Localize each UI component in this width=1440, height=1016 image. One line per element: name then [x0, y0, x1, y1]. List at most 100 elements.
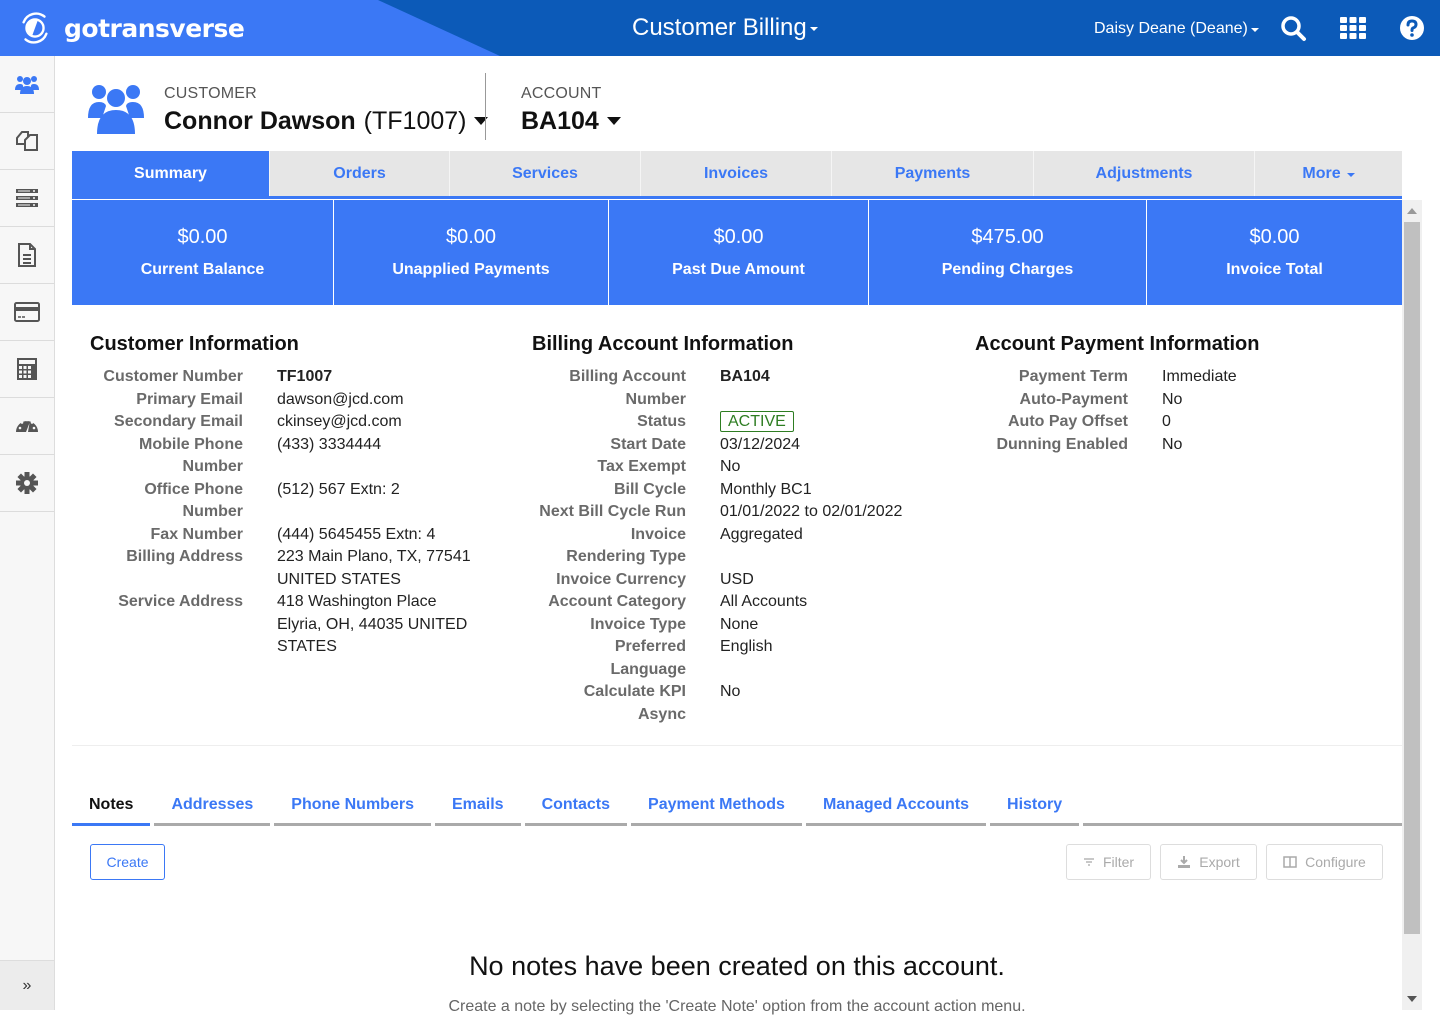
nav-item-invoices[interactable]: [0, 227, 54, 284]
tab-more[interactable]: More: [1255, 151, 1402, 196]
tab-summary[interactable]: Summary: [72, 151, 270, 196]
tab-orders[interactable]: Orders: [270, 151, 450, 196]
info-label: Office Phone Number: [144, 480, 243, 521]
info-label: Billing Account Number: [569, 368, 686, 408]
vertical-scrollbar[interactable]: [1402, 200, 1422, 1010]
nav-item-payments[interactable]: [0, 284, 54, 341]
user-name: Daisy Deane (Deane): [1094, 20, 1248, 37]
configure-button[interactable]: Configure: [1266, 844, 1383, 880]
subtab-emails[interactable]: Emails: [434, 786, 521, 826]
info-label: Auto-Payment: [1019, 390, 1128, 408]
tile-label: Current Balance: [140, 261, 265, 278]
info-label: Status: [637, 413, 686, 430]
tile-amount: $0.00: [177, 226, 228, 248]
tile-amount: $475.00: [971, 226, 1044, 248]
nav-item-services[interactable]: [0, 170, 54, 227]
empty-state-title: No notes have been created on this accou…: [469, 951, 1005, 981]
info-row: Next Bill Cycle Run 01/01/2022 to 02/01/2…: [532, 501, 902, 524]
tab-services[interactable]: Services: [450, 151, 641, 196]
app-switcher[interactable]: Customer Billing: [632, 14, 818, 42]
search-icon[interactable]: [1279, 14, 1307, 42]
info-row: Auto Pay Offset 0: [975, 411, 1259, 434]
info-value: USD: [720, 570, 754, 588]
tile-amount: $0.00: [713, 226, 764, 248]
tile-current-balance: $0.00 Current Balance: [72, 200, 334, 305]
help-icon[interactable]: [1398, 14, 1426, 42]
info-label: Account Category: [548, 593, 686, 610]
customer-selector: CUSTOMER Connor Dawson (TF1007): [164, 85, 489, 136]
customer-users-icon: [88, 85, 144, 134]
info-row: Service Address 418 Washington Place Elyr…: [90, 591, 483, 659]
info-value: (444) 5645455 Extn: 4: [277, 525, 436, 543]
expand-nav-button[interactable]: »: [0, 960, 54, 1010]
account-dropdown[interactable]: BA104: [521, 107, 621, 136]
create-button[interactable]: Create: [90, 844, 165, 880]
tile-label: Invoice Total: [1226, 261, 1323, 278]
header-divider: [485, 73, 486, 140]
scrollbar-thumb[interactable]: [1404, 222, 1420, 934]
nav-item-billing[interactable]: [0, 341, 54, 398]
caret-down-icon: [606, 116, 621, 125]
tile-pending-charges: $475.00 Pending Charges: [869, 200, 1147, 305]
account-payment-information-section: Account Payment Information Payment Term…: [975, 333, 1259, 456]
info-label: Calculate KPI Async: [583, 683, 686, 723]
info-label: Invoice Rendering Type: [566, 525, 686, 566]
subtab-managed-accounts[interactable]: Managed Accounts: [805, 786, 987, 826]
info-value: BA104: [720, 368, 770, 385]
account-tabs: Summary Orders Services Invoices Payment…: [72, 151, 1402, 199]
info-label: Preferred Language: [610, 638, 686, 678]
tile-label: Pending Charges: [941, 261, 1074, 278]
info-row: Primary Email dawson@jcd.com: [90, 389, 483, 412]
tile-amount: $0.00: [1249, 226, 1300, 248]
export-button[interactable]: Export: [1160, 844, 1257, 880]
summary-tiles: $0.00 Current Balance $0.00 Unapplied Pa…: [72, 200, 1402, 305]
nav-item-dashboard[interactable]: [0, 398, 54, 455]
info-row: Office Phone Number (512) 567 Extn: 2: [90, 479, 483, 524]
apps-grid-icon[interactable]: [1339, 14, 1367, 42]
copy-documents-icon: [16, 131, 38, 151]
subtab-history[interactable]: History: [990, 786, 1080, 826]
info-row: Status ACTIVE: [532, 411, 902, 434]
user-menu[interactable]: Daisy Deane (Deane): [1094, 20, 1259, 38]
info-label: Payment Term: [1018, 368, 1128, 385]
nav-item-settings[interactable]: [0, 455, 54, 512]
subtab-payment-methods[interactable]: Payment Methods: [631, 786, 802, 826]
info-row: Customer Number TF1007: [90, 366, 483, 389]
info-row: Invoice Rendering Type Aggregated: [532, 524, 902, 569]
subtab-addresses[interactable]: Addresses: [154, 786, 271, 826]
subtab-contacts[interactable]: Contacts: [524, 786, 628, 826]
info-value: Immediate: [1162, 368, 1237, 385]
filter-button[interactable]: Filter: [1066, 844, 1151, 880]
filter-icon: [1083, 858, 1094, 866]
customer-name: Connor Dawson: [164, 107, 356, 135]
tab-payments[interactable]: Payments: [832, 151, 1034, 196]
detail-tabs: Notes Addresses Phone Numbers Emails Con…: [72, 786, 1402, 826]
customer-dropdown[interactable]: Connor Dawson (TF1007): [164, 107, 489, 136]
nav-item-customers[interactable]: [0, 56, 54, 113]
info-label: Next Bill Cycle Run: [539, 503, 686, 520]
subtab-phone-numbers[interactable]: Phone Numbers: [274, 786, 431, 826]
info-row: Start Date 03/12/2024: [532, 434, 902, 457]
info-row: Invoice Type None: [532, 614, 902, 637]
document-icon: [18, 243, 36, 267]
brand-name: gotransverse: [64, 13, 245, 43]
info-label: Service Address: [118, 593, 243, 610]
brand-logo-link[interactable]: gotransverse: [16, 9, 245, 47]
info-row: Billing Address 223 Main Plano, TX, 77541…: [90, 546, 483, 591]
info-label: Bill Cycle: [613, 480, 686, 498]
tab-adjustments[interactable]: Adjustments: [1034, 151, 1255, 196]
info-value: 0: [1162, 413, 1171, 430]
billing-account-information-section: Billing Account Information Billing Acco…: [532, 333, 902, 726]
info-label: Dunning Enabled: [996, 435, 1128, 453]
main-content: CUSTOMER Connor Dawson (TF1007) ACCOUNT …: [56, 56, 1440, 1015]
status-badge: ACTIVE: [720, 411, 794, 432]
subtab-notes[interactable]: Notes: [72, 786, 151, 826]
info-row: Calculate KPI Async No: [532, 681, 902, 726]
info-row: Fax Number (444) 5645455 Extn: 4: [90, 524, 483, 547]
nav-item-orders[interactable]: [0, 113, 54, 170]
scroll-up-icon[interactable]: [1407, 208, 1417, 214]
info-row: Billing Account Number BA104: [532, 366, 902, 411]
info-label: Primary Email: [136, 390, 243, 408]
server-list-icon: [16, 189, 38, 207]
tab-invoices[interactable]: Invoices: [641, 151, 832, 196]
